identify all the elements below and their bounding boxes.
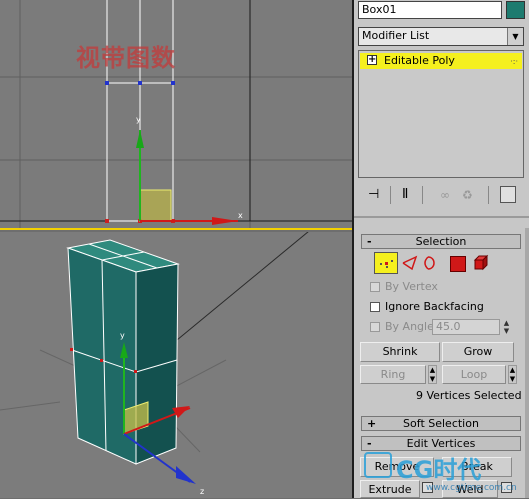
pin-icon[interactable]: ⊣ <box>368 188 384 202</box>
gizmo-y-label: y <box>120 331 125 340</box>
watermark-logo: CG时代 <box>396 456 482 484</box>
border-icon <box>424 256 435 270</box>
gizmo-y-arrow-icon[interactable] <box>136 130 144 148</box>
gizmo-y-label: y <box>136 115 141 124</box>
by-vertex-checkbox[interactable] <box>370 282 380 292</box>
ring-button[interactable]: Ring <box>360 365 426 384</box>
collapse-icon[interactable]: - <box>367 437 372 450</box>
soft-selection-title: Soft Selection <box>403 417 479 430</box>
loop-button[interactable]: Loop <box>442 365 506 384</box>
gizmo-x-label: x <box>238 211 243 220</box>
grow-button[interactable]: Grow <box>442 342 514 362</box>
expand-icon[interactable]: + <box>367 417 376 430</box>
edit-vertices-rollout-header[interactable]: - Edit Vertices <box>361 436 521 451</box>
ignore-backfacing-checkbox[interactable] <box>370 302 380 312</box>
watermark-text-red: 视带图数 <box>76 44 176 72</box>
soft-selection-rollout-header[interactable]: + Soft Selection <box>361 416 521 431</box>
world-axis <box>176 232 309 341</box>
front-viewport-canvas[interactable]: y x <box>0 0 352 228</box>
stack-item-label: Editable Poly <box>384 54 455 67</box>
modifier-stack: + Editable Poly ·:· <box>358 50 524 178</box>
edit-vertices-title: Edit Vertices <box>406 437 476 450</box>
modifier-list-label: Modifier List <box>362 29 430 42</box>
object-color-swatch[interactable] <box>506 1 525 19</box>
element-icon <box>473 254 489 271</box>
loop-spinner-icon[interactable]: ▲ ▼ <box>508 365 517 384</box>
stack-item-editable-poly[interactable]: + Editable Poly ·:· <box>360 53 522 69</box>
by-angle-checkbox[interactable] <box>370 322 380 332</box>
toolbar-divider <box>390 186 391 204</box>
make-unique-icon[interactable]: ∞ <box>440 187 454 203</box>
selection-rollout-header[interactable]: - Selection <box>361 234 521 249</box>
by-vertex-label: By Vertex <box>385 280 438 293</box>
vertex-subobject-icon: ·:· <box>510 57 518 66</box>
stack-toolbar: ⊣ Ⅱ ∞ ♻ <box>358 183 524 207</box>
collapse-icon[interactable]: - <box>367 235 372 248</box>
command-panel: Box01 Modifier List ▼ + Editable Poly ·:… <box>354 0 529 498</box>
by-angle-label: By Angle: <box>385 320 438 333</box>
perspective-viewport-canvas[interactable]: y z <box>0 232 352 498</box>
panel-scrollbar[interactable] <box>525 228 529 498</box>
angle-spinner-arrows-icon[interactable]: ▲ ▼ <box>502 319 511 335</box>
edge-mode-button[interactable] <box>401 255 419 271</box>
chevron-down-icon[interactable]: ▼ <box>507 28 523 45</box>
move-gizmo-plane[interactable] <box>139 189 172 222</box>
ignore-backfacing-label: Ignore Backfacing <box>385 300 484 313</box>
object-name-field[interactable]: Box01 <box>358 1 502 19</box>
shrink-button[interactable]: Shrink <box>360 342 440 362</box>
toolbar-divider <box>422 186 423 204</box>
gizmo-z-label: z <box>200 487 204 496</box>
ring-spinner-icon[interactable]: ▲ ▼ <box>428 365 437 384</box>
angle-spinner-field[interactable]: 45.0 <box>432 319 500 335</box>
show-end-result-icon[interactable]: Ⅱ <box>402 187 416 203</box>
toolbar-divider <box>488 186 489 204</box>
polygon-icon[interactable] <box>450 256 466 272</box>
remove-modifier-icon[interactable]: ♻ <box>462 187 476 203</box>
configure-modifier-sets-icon[interactable] <box>500 186 516 203</box>
gizmo-x-arrow-icon[interactable] <box>212 217 238 225</box>
modifier-list-dropdown[interactable]: Modifier List ▼ <box>358 27 524 46</box>
vertex-mode-button[interactable] <box>374 252 398 274</box>
front-viewport[interactable]: y x 视带图数 <box>0 0 352 230</box>
perspective-viewport[interactable]: y z <box>0 232 352 498</box>
gizmo-z-arrow-icon[interactable] <box>176 466 196 484</box>
viewport-grid <box>0 0 352 228</box>
vertex-icon <box>380 260 393 268</box>
panel-separator <box>354 216 529 218</box>
cg-logo-icon <box>364 452 392 478</box>
watermark-url: www.cgtime.com.cn <box>426 483 517 493</box>
selection-status-text: 9 Vertices Selected <box>416 389 522 402</box>
element-mode-button[interactable] <box>472 254 490 272</box>
edge-icon <box>402 255 418 271</box>
border-mode-button[interactable] <box>422 255 440 271</box>
selection-rollout-title: Selection <box>415 235 467 248</box>
expand-icon[interactable]: + <box>367 55 377 65</box>
